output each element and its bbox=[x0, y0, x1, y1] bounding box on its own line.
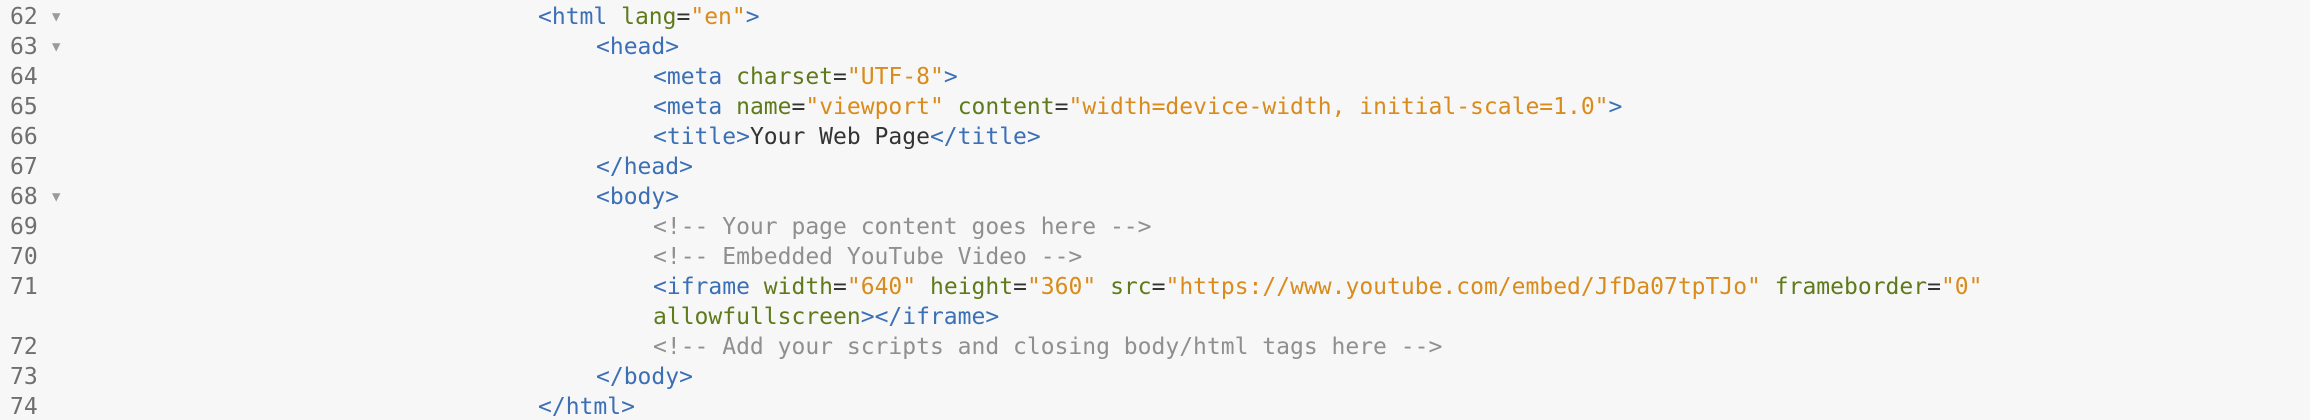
code-token-txt: = bbox=[1927, 274, 1941, 300]
code-line[interactable]: 69 <!-- Your page content goes here --> bbox=[0, 212, 2310, 242]
line-number: 71 bbox=[10, 274, 38, 300]
code-text[interactable]: <body> bbox=[596, 182, 679, 212]
code-line[interactable]: 71 <iframe width="640" height="360" src="… bbox=[0, 272, 2310, 302]
code-line[interactable]: 65 <meta name="viewport" content="width=d… bbox=[0, 92, 2310, 122]
code-text[interactable]: <!-- Embedded YouTube Video --> bbox=[653, 242, 1082, 272]
line-number: 64 bbox=[10, 64, 38, 90]
code-token-attr: allowfullscreen bbox=[653, 304, 861, 330]
code-text[interactable]: </html> bbox=[538, 392, 635, 420]
code-token-tag: <meta bbox=[653, 64, 737, 90]
code-token-attr: src bbox=[1110, 274, 1152, 300]
line-number: 67 bbox=[10, 154, 38, 180]
line-number: 62 bbox=[10, 4, 38, 30]
code-token-str: "360" bbox=[1026, 274, 1097, 300]
code-token-tag: > bbox=[1608, 94, 1623, 120]
code-token-tag: <body> bbox=[596, 184, 680, 210]
code-token-tag: </body> bbox=[596, 364, 693, 390]
line-number: 72 bbox=[10, 334, 38, 360]
code-editor[interactable]: 62 ▼ <html lang="en"> 63 ▼ <head> 64 <meta char… bbox=[0, 0, 2310, 420]
code-line[interactable]: 70 <!-- Embedded YouTube Video --> bbox=[0, 242, 2310, 272]
code-token-com: <!-- Add your scripts and closing body/h… bbox=[653, 334, 1443, 360]
code-token-tag: <title> bbox=[653, 124, 750, 150]
line-number: 70 bbox=[10, 244, 38, 270]
code-text[interactable]: <!-- Your page content goes here --> bbox=[653, 212, 1152, 242]
code-text[interactable]: <!-- Add your scripts and closing body/h… bbox=[653, 332, 1442, 362]
code-text[interactable]: <meta charset="UTF-8"> bbox=[653, 62, 958, 92]
code-line[interactable]: 68 ▼ <body> bbox=[0, 182, 2310, 212]
code-token-str: "0" bbox=[1940, 274, 1983, 300]
code-token-tag: </head> bbox=[596, 154, 693, 180]
code-token-tag: </title> bbox=[929, 124, 1041, 150]
line-number: 65 bbox=[10, 94, 38, 120]
code-token-txt: Your Web Page bbox=[749, 124, 930, 150]
code-token-tag: ></iframe> bbox=[860, 304, 1000, 330]
code-token-str: "UTF-8" bbox=[846, 64, 944, 90]
code-token-tag: > bbox=[745, 4, 760, 30]
code-line[interactable]: 74 </html> bbox=[0, 392, 2310, 420]
code-token-attr: width bbox=[763, 274, 834, 300]
line-number: 73 bbox=[10, 364, 38, 390]
code-token-str: "en" bbox=[690, 4, 746, 30]
code-token-tag: <meta bbox=[653, 94, 737, 120]
line-number: 68 bbox=[10, 184, 38, 210]
line-number: 66 bbox=[10, 124, 38, 150]
code-token-attr: content bbox=[957, 94, 1055, 120]
code-token-txt: = bbox=[676, 4, 691, 30]
code-token-attr: height bbox=[930, 274, 1014, 300]
code-line[interactable]: 64 <meta charset="UTF-8"> bbox=[0, 62, 2310, 92]
code-token-tag: <head> bbox=[596, 34, 680, 60]
fold-arrow-icon[interactable]: ▼ bbox=[52, 182, 66, 212]
code-token-tag: <html bbox=[538, 4, 622, 30]
code-text[interactable]: </body> bbox=[596, 362, 693, 392]
code-token-tag: </html> bbox=[538, 394, 635, 420]
code-line[interactable]: 63 ▼ <head> bbox=[0, 32, 2310, 62]
code-text[interactable]: <title>Your Web Page</title> bbox=[653, 122, 1041, 152]
code-token-attr: name bbox=[736, 94, 792, 120]
code-token-txt: = bbox=[833, 64, 847, 90]
code-text[interactable]: <iframe width="640" height="360" src="ht… bbox=[653, 272, 1983, 302]
code-token-attr: charset bbox=[736, 64, 834, 90]
fold-arrow-icon[interactable]: ▼ bbox=[52, 32, 66, 62]
code-token-tag: > bbox=[943, 64, 958, 90]
code-line[interactable]: 66 <title>Your Web Page</title> bbox=[0, 122, 2310, 152]
code-line[interactable]: 73 </body> bbox=[0, 362, 2310, 392]
code-text[interactable]: </head> bbox=[596, 152, 693, 182]
code-line[interactable]: allowfullscreen></iframe> bbox=[0, 302, 2310, 332]
code-token-txt: = bbox=[791, 94, 806, 120]
line-number: 74 bbox=[10, 394, 38, 420]
code-token-com: <!-- Your page content goes here --> bbox=[653, 214, 1152, 240]
code-text[interactable]: <meta name="viewport" content="width=dev… bbox=[653, 92, 1622, 122]
code-token-txt: = bbox=[1151, 274, 1166, 300]
code-token-txt: = bbox=[833, 274, 847, 300]
code-token-str: "viewport" bbox=[805, 94, 944, 120]
code-text[interactable]: <html lang="en"> bbox=[538, 2, 760, 32]
line-number: 69 bbox=[10, 214, 38, 240]
code-token-str: "https://www.youtube.com/embed/JfDa07tpT… bbox=[1165, 274, 1761, 300]
code-token-str: "width=device-width, initial-scale=1.0" bbox=[1068, 94, 1609, 120]
code-line[interactable]: 62 ▼ <html lang="en"> bbox=[0, 2, 2310, 32]
code-token-attr: frameborder bbox=[1774, 274, 1928, 300]
code-token-str: "640" bbox=[846, 274, 917, 300]
code-token-txt: = bbox=[1054, 94, 1069, 120]
code-token-com: <!-- Embedded YouTube Video --> bbox=[653, 244, 1083, 270]
code-text[interactable]: <head> bbox=[596, 32, 679, 62]
fold-arrow-icon[interactable]: ▼ bbox=[52, 2, 66, 32]
line-number: 63 bbox=[10, 34, 38, 60]
code-token-txt: = bbox=[1013, 274, 1027, 300]
code-token-tag: <iframe bbox=[653, 274, 764, 300]
code-text[interactable]: allowfullscreen></iframe> bbox=[653, 302, 999, 332]
code-token-attr: lang bbox=[621, 4, 677, 30]
code-line[interactable]: 67 </head> bbox=[0, 152, 2310, 182]
code-line[interactable]: 72 <!-- Add your scripts and closing body… bbox=[0, 332, 2310, 362]
